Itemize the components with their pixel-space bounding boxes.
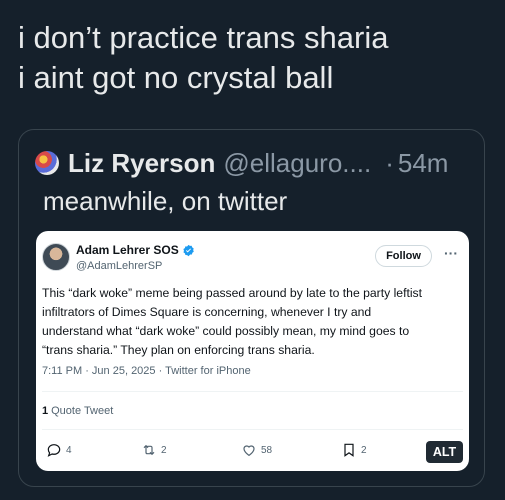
quote-count-number: 1: [42, 405, 49, 417]
retweet-icon: [143, 444, 155, 456]
quoted-post-header: Liz Ryerson @ellaguro.... · 54m: [35, 146, 475, 180]
separator-dot: ·: [385, 147, 394, 178]
tweet-timestamp: 7:11 PM · Jun 25, 2025 · Twitter for iPh…: [42, 365, 251, 377]
like-count: 58: [261, 444, 273, 456]
more-options-icon: ···: [444, 245, 458, 261]
post-text-line-2: i aint got no crystal ball: [18, 60, 334, 95]
retweet-count: 2: [161, 444, 167, 456]
quoted-author-name[interactable]: Liz Ryerson: [68, 148, 215, 179]
tweet-body: This “dark woke” meme being passed aroun…: [42, 284, 465, 360]
quoted-post-card[interactable]: Liz Ryerson @ellaguro.... · 54m meanwhil…: [18, 129, 485, 487]
tweet-body-line: “trans sharia.” They plan on enforcing t…: [42, 343, 315, 357]
reply-icon: [47, 444, 61, 457]
divider: [42, 391, 463, 392]
bookmark-action: 2: [341, 442, 367, 458]
follow-button: Follow: [375, 245, 432, 267]
divider: [42, 429, 463, 430]
verified-badge-icon: [183, 244, 194, 256]
tweet-author-handle: @AdamLehrerSP: [76, 260, 163, 272]
reply-count: 4: [66, 444, 72, 456]
quoted-post-time[interactable]: 54m: [398, 148, 449, 179]
quoted-author-handle[interactable]: @ellaguro....: [223, 148, 371, 179]
quoted-post-text: meanwhile, on twitter: [43, 186, 288, 216]
bookmark-icon: [344, 443, 354, 457]
tweet-author-name: Adam Lehrer SOS: [76, 243, 179, 257]
tweet-author-avatar: [42, 243, 70, 271]
post-text: i don’t practice trans sharia i aint got…: [18, 18, 498, 98]
bookmark-count: 2: [361, 444, 367, 456]
quote-tweet-count: 1 Quote Tweet: [42, 405, 113, 417]
like-action: 58: [241, 442, 272, 458]
quote-count-label: Quote Tweet: [51, 405, 114, 417]
quoted-author-avatar[interactable]: [35, 151, 59, 175]
embedded-tweet-screenshot[interactable]: Adam Lehrer SOS @AdamLehrerSP Follow ···…: [36, 231, 469, 471]
tweet-author-name-row: Adam Lehrer SOS: [76, 243, 195, 257]
reply-action: 4: [46, 442, 72, 458]
retweet-action: 2: [141, 442, 167, 458]
tweet-body-line: understand what “dark woke” could possib…: [42, 324, 410, 338]
heart-icon: [243, 445, 255, 457]
alt-text-badge[interactable]: ALT: [426, 441, 463, 463]
post-text-line-1: i don’t practice trans sharia: [18, 20, 389, 55]
tweet-body-line: This “dark woke” meme being passed aroun…: [42, 286, 423, 300]
tweet-body-line: infiltrators of Dimes Square is concerni…: [42, 305, 372, 319]
